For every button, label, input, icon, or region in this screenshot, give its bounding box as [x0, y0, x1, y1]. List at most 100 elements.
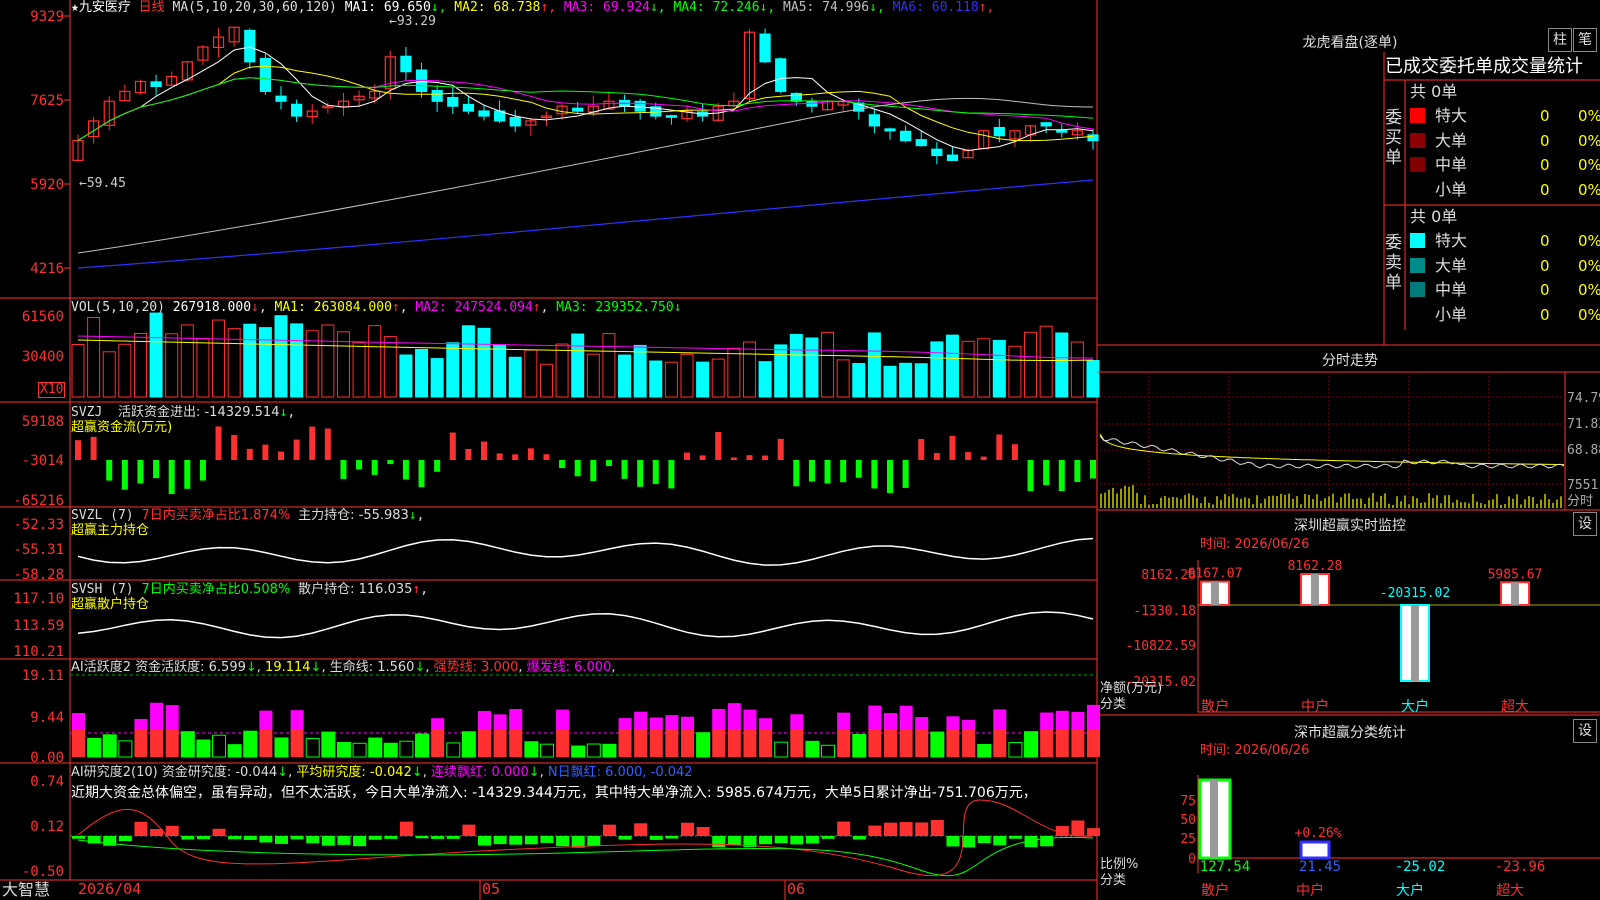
buy-row-label: 中单 — [1435, 155, 1468, 174]
sz-class-axis-label: 75 — [1180, 794, 1196, 809]
activity-bar-hot — [915, 717, 929, 729]
fund-flow-bar — [293, 439, 300, 460]
volume-bar — [352, 342, 366, 398]
research-bar — [884, 822, 897, 836]
intraday-title: 分时走势 — [1322, 353, 1378, 369]
sz-monitor-time: 时间: 2026/06/26 — [1200, 537, 1310, 552]
volume-bar — [118, 343, 132, 398]
activity-bar-base — [1055, 729, 1069, 757]
volume-bar — [711, 358, 725, 398]
sz-class-annotation: +0.26% — [1295, 826, 1342, 841]
lhb-title: 龙虎看盘(逐单) — [1302, 35, 1398, 51]
sz-monitor-settings-button[interactable]: 设 — [1573, 512, 1597, 536]
research-bar — [72, 836, 85, 839]
sell-row-label: 小单 — [1435, 304, 1468, 324]
activity-bar — [461, 731, 476, 758]
activity-bar-hot — [259, 710, 273, 729]
price-high-annotation: ←93.29 — [389, 14, 436, 29]
intraday-axis-label: 68.88 — [1567, 443, 1600, 458]
candle-body — [244, 29, 256, 63]
research-bar — [634, 823, 648, 836]
fund-flow-bar — [340, 460, 347, 479]
research-bar — [118, 836, 132, 842]
buy-total: 共 0单 — [1410, 82, 1458, 101]
activity-bar-hot — [946, 716, 960, 729]
sell-row-pct: 0% — [1578, 281, 1600, 299]
retail-position-line — [77, 611, 1094, 639]
activity-bar-base — [165, 729, 179, 757]
buy-row-label: 特大 — [1435, 106, 1468, 125]
candle-body — [1087, 134, 1099, 142]
fund-flow-bar — [121, 460, 128, 490]
fund-flow-bar — [1074, 460, 1081, 482]
fund-flow-bar — [1027, 460, 1034, 492]
fund-flow-bar — [1058, 460, 1065, 491]
svsh-header: SVSH (7) 7日内买卖净占比0.508% 散户持仓: 116.035↑, — [71, 582, 429, 597]
activity-bar-base — [634, 729, 648, 757]
sz-monitor-bar-shade — [1311, 574, 1319, 605]
volume-bar — [930, 341, 944, 398]
sz-class-cat-label: 分类 — [1100, 873, 1127, 888]
fund-flow-bar — [371, 460, 378, 475]
activity-bar-hot — [884, 713, 897, 729]
volume-bar — [1039, 325, 1053, 398]
tick-view-button[interactable]: 笔 — [1573, 28, 1597, 52]
volume-bar — [867, 332, 881, 398]
volume-bar — [1055, 332, 1069, 398]
candle-body — [462, 103, 474, 112]
research-bar — [509, 836, 523, 845]
volume-bar — [383, 336, 397, 398]
sz-monitor-category: 大户 — [1401, 698, 1429, 715]
bar-view-button[interactable]: 柱 — [1548, 28, 1572, 52]
activity-bar-base — [649, 729, 663, 757]
research-bar — [446, 836, 460, 839]
candle-body — [759, 33, 771, 63]
activity-bar-base — [665, 729, 679, 757]
activity-bar-hot — [134, 718, 148, 729]
volume-bar — [883, 365, 897, 398]
candle-body — [431, 89, 443, 102]
fund-flow-bar — [746, 455, 753, 460]
volume-bar — [1008, 345, 1022, 398]
sell-swatch-0 — [1410, 233, 1425, 248]
research-bar — [353, 836, 367, 847]
fund-flow-bar — [871, 460, 878, 489]
vol-axis-label: 61560 — [22, 309, 64, 325]
sz-monitor-bar-label: 8162.28 — [1288, 559, 1343, 574]
ma-value-ma6: MA6: 60.118 — [884, 0, 979, 15]
activity-bar-base — [1040, 729, 1054, 757]
activity-bar — [399, 740, 414, 758]
fund-flow-bar — [199, 460, 206, 481]
intraday-axis-label: 74.79 — [1567, 391, 1600, 406]
sz-monitor-category: 中户 — [1301, 698, 1329, 715]
fund-flow-bar — [356, 460, 363, 470]
research-bar — [196, 836, 210, 840]
fund-flow-bar — [402, 460, 409, 480]
sz-class-unit: 比例% — [1100, 857, 1139, 872]
activity-bar — [805, 740, 820, 758]
activity-bar — [180, 731, 195, 758]
sz-class-settings-button[interactable]: 设 — [1573, 719, 1597, 743]
sell-row-pct: 0% — [1578, 256, 1600, 275]
volume-bar — [165, 333, 179, 398]
research-bar — [243, 836, 257, 840]
sz-monitor-category: 超大 — [1501, 699, 1529, 715]
research-bar — [368, 836, 382, 840]
fund-flow-bar — [1043, 460, 1050, 486]
volume-bar — [321, 324, 335, 398]
volume-bar — [71, 343, 85, 398]
candle-body — [259, 58, 271, 92]
ma-line-60 — [77, 97, 1094, 254]
period-label[interactable]: 日线 — [139, 0, 165, 15]
star-icon[interactable]: ★ — [71, 0, 79, 15]
research-bar — [462, 824, 476, 836]
activity-bar-base — [899, 729, 913, 757]
sz-monitor-bar-label: 5985.67 — [1488, 567, 1543, 582]
research-bar — [712, 836, 726, 848]
fund-flow-bar — [137, 460, 144, 484]
volume-bar — [399, 354, 413, 398]
research-bar — [134, 821, 148, 836]
activity-bar-hot — [743, 709, 757, 729]
sell-row-count: 0 — [1540, 305, 1550, 324]
fund-flow-bar — [808, 460, 815, 482]
